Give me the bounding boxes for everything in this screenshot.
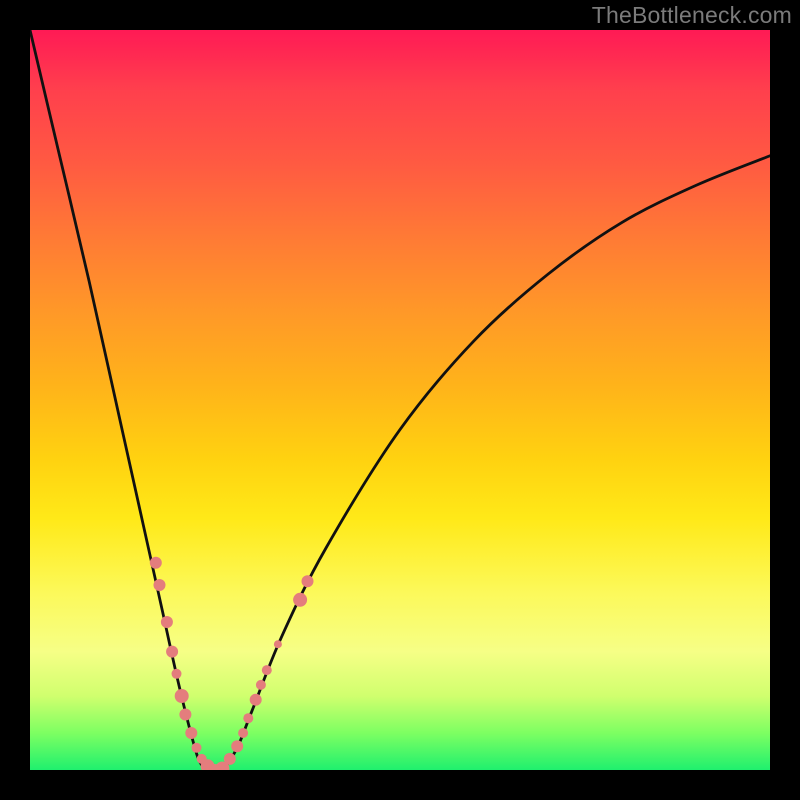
data-marker xyxy=(166,646,178,658)
data-marker xyxy=(302,575,314,587)
watermark-text: TheBottleneck.com xyxy=(592,2,792,29)
data-marker xyxy=(161,616,173,628)
data-marker xyxy=(224,753,236,765)
data-marker xyxy=(256,680,266,690)
data-marker xyxy=(192,743,202,753)
chart-svg xyxy=(30,30,770,770)
data-marker xyxy=(179,709,191,721)
data-marker xyxy=(185,727,197,739)
data-marker xyxy=(274,640,282,648)
data-marker xyxy=(150,557,162,569)
curve-line xyxy=(30,30,770,770)
data-marker xyxy=(262,665,272,675)
plot-area xyxy=(30,30,770,770)
data-marker xyxy=(250,694,262,706)
data-marker xyxy=(172,669,182,679)
data-marker xyxy=(293,593,307,607)
data-marker xyxy=(154,579,166,591)
data-marker xyxy=(231,740,243,752)
chart-frame: TheBottleneck.com xyxy=(0,0,800,800)
data-marker xyxy=(243,713,253,723)
data-marker xyxy=(238,728,248,738)
data-marker xyxy=(175,689,189,703)
